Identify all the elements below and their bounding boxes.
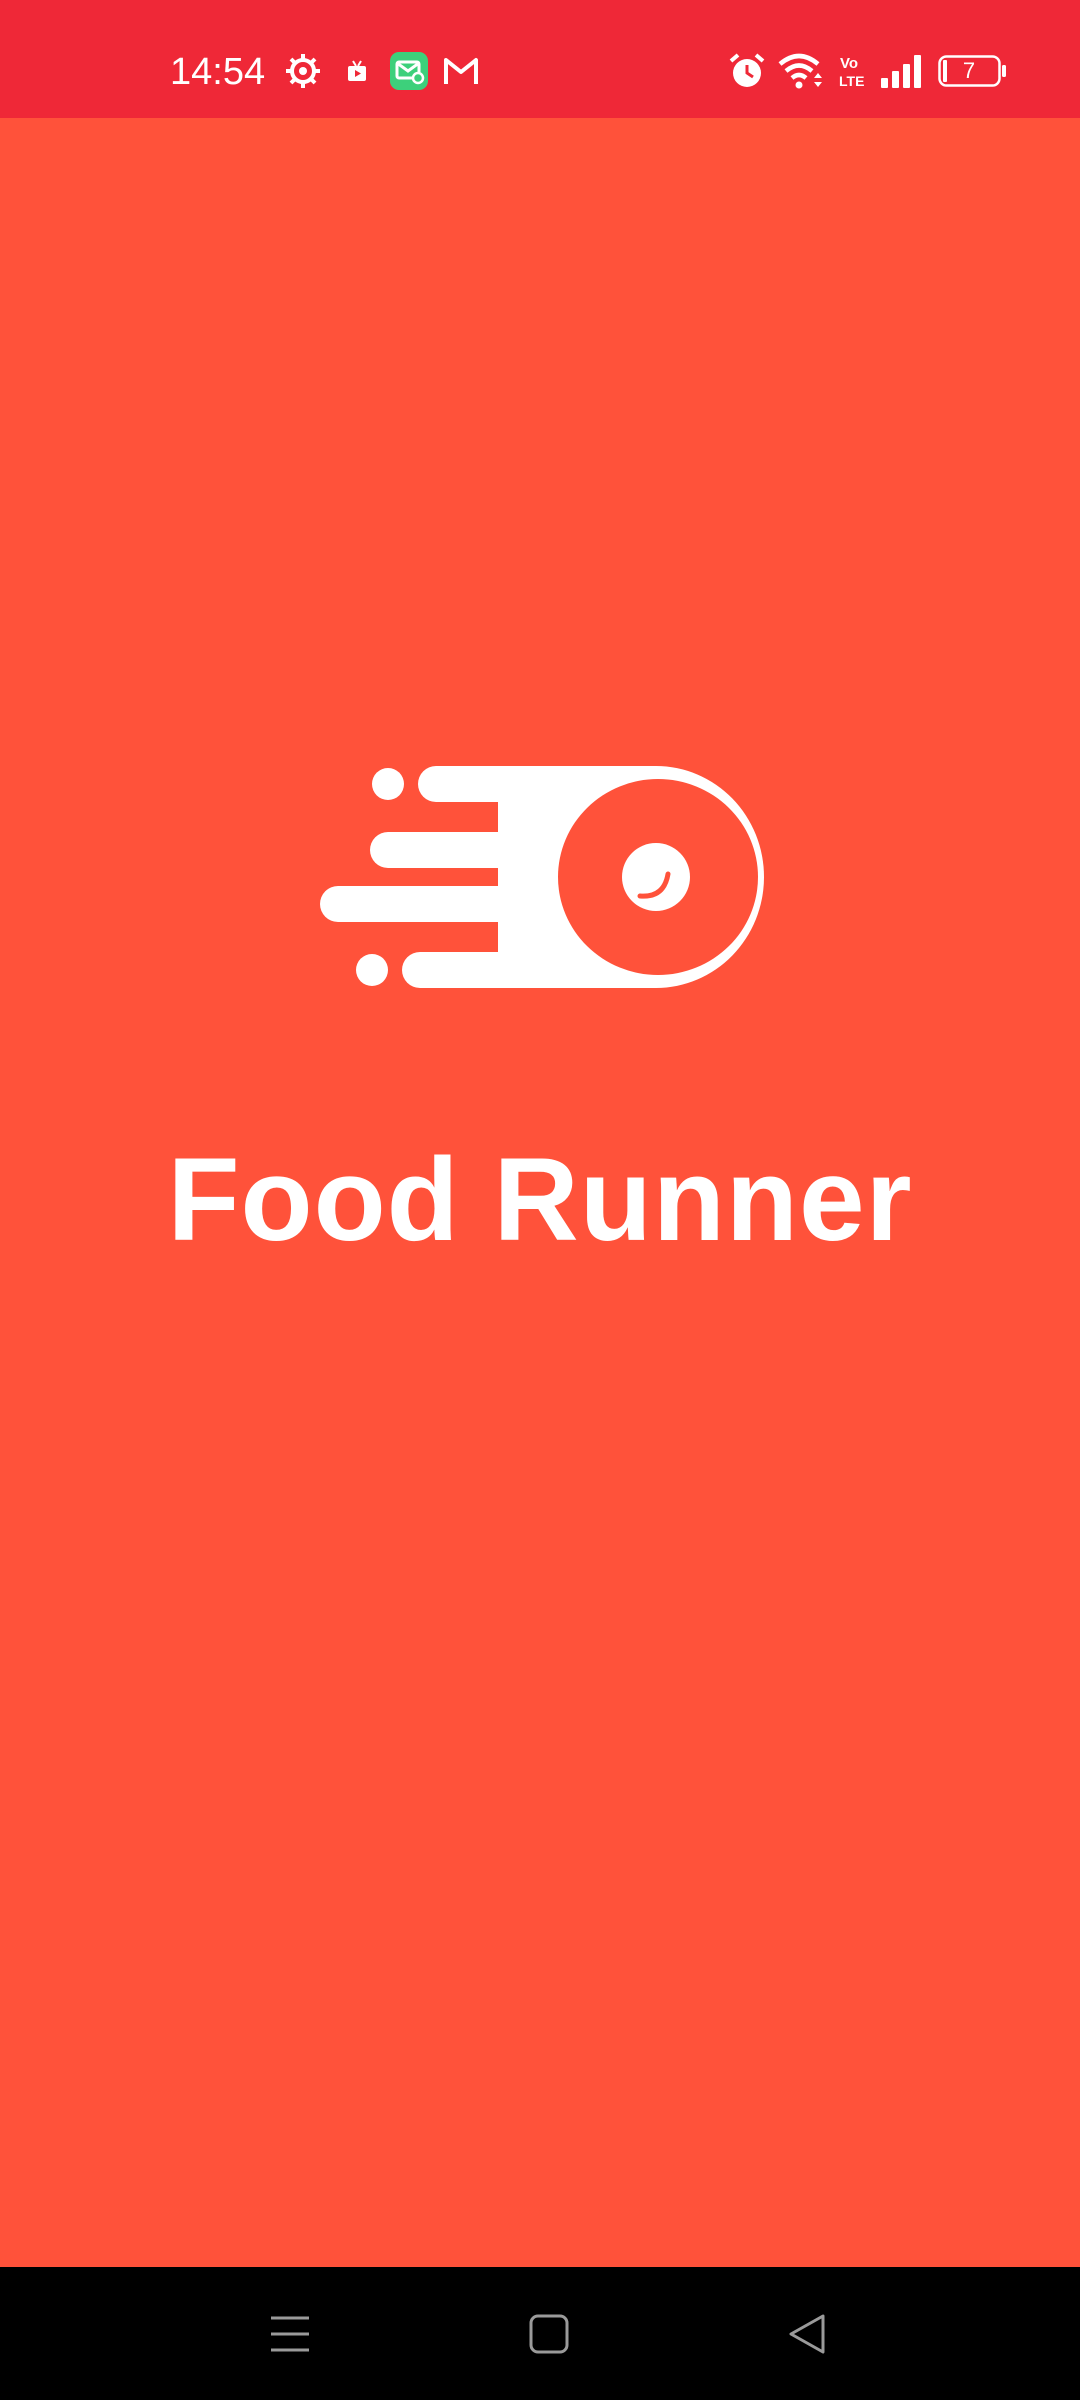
navigation-bar	[0, 2267, 1080, 2400]
gmail-icon	[444, 58, 478, 84]
battery-icon: 7	[938, 55, 1006, 87]
menu-icon	[271, 2316, 309, 2351]
video-icon	[348, 60, 366, 81]
status-time: 14:54	[170, 51, 266, 93]
back-icon	[789, 2314, 825, 2353]
back-button[interactable]	[727, 2267, 887, 2400]
battery-level: 7	[962, 58, 976, 83]
messages-icon	[390, 52, 428, 90]
settings-icon	[286, 54, 320, 88]
home-button[interactable]	[469, 2267, 629, 2400]
menu-button[interactable]	[210, 2267, 370, 2400]
alarm-icon	[729, 53, 765, 87]
svg-text:LTE: LTE	[839, 73, 864, 88]
wifi-icon	[778, 53, 822, 89]
status-bar: 14:54 Vo LTE 7	[0, 0, 1080, 118]
speeding-plate-icon	[320, 766, 764, 988]
svg-text:Vo: Vo	[840, 55, 858, 72]
signal-icon	[881, 55, 921, 88]
volte-icon: Vo LTE	[839, 55, 864, 88]
splash-screen: 14:54 Vo LTE 7 Food Runner	[0, 0, 1080, 2400]
app-title: Food Runner	[167, 1134, 913, 1266]
home-icon	[529, 2314, 569, 2353]
